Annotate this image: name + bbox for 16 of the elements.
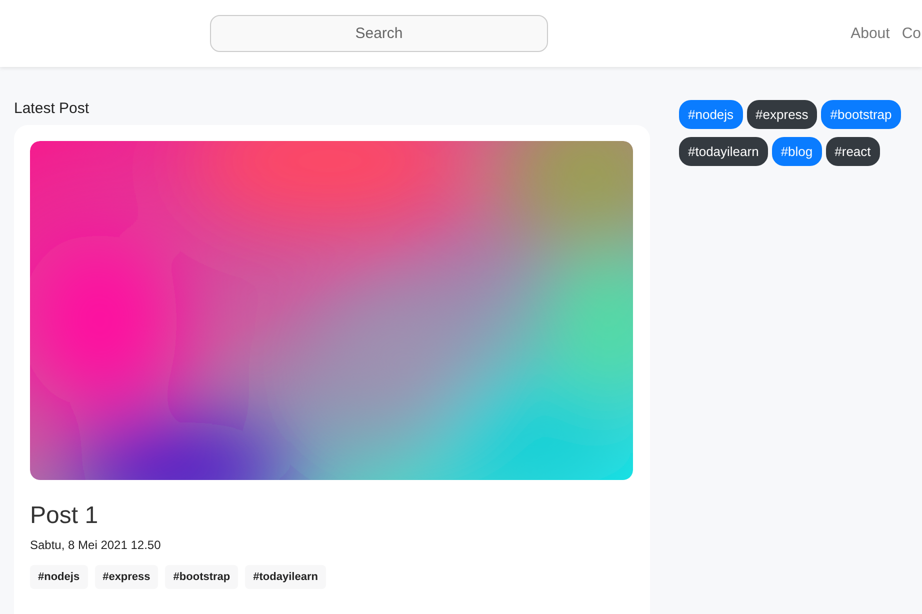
search-field[interactable]: Search xyxy=(210,15,548,52)
post-date: Sabtu, 8 Mei 2021 12.50 xyxy=(30,538,161,552)
tag-pill[interactable]: #blog xyxy=(772,137,822,166)
tag-pill[interactable]: #express xyxy=(746,100,818,129)
tag-pill[interactable]: #react xyxy=(826,137,880,166)
post-tag[interactable]: #bootstrap xyxy=(165,565,238,589)
post-tag[interactable]: #todayilearn xyxy=(245,565,326,589)
tag-pill[interactable]: #todayilearn xyxy=(679,137,768,166)
nav-link[interactable]: About xyxy=(850,25,890,42)
section-title: Latest Post xyxy=(14,100,90,117)
post-tag[interactable]: #nodejs xyxy=(30,565,88,589)
tag-pill[interactable]: #nodejs xyxy=(679,100,743,129)
tag-pill[interactable]: #bootstrap xyxy=(821,100,901,129)
post-title[interactable]: Post 1 xyxy=(30,502,634,530)
nav-link[interactable]: Co xyxy=(902,25,921,42)
post-tag[interactable]: #express xyxy=(94,565,158,589)
